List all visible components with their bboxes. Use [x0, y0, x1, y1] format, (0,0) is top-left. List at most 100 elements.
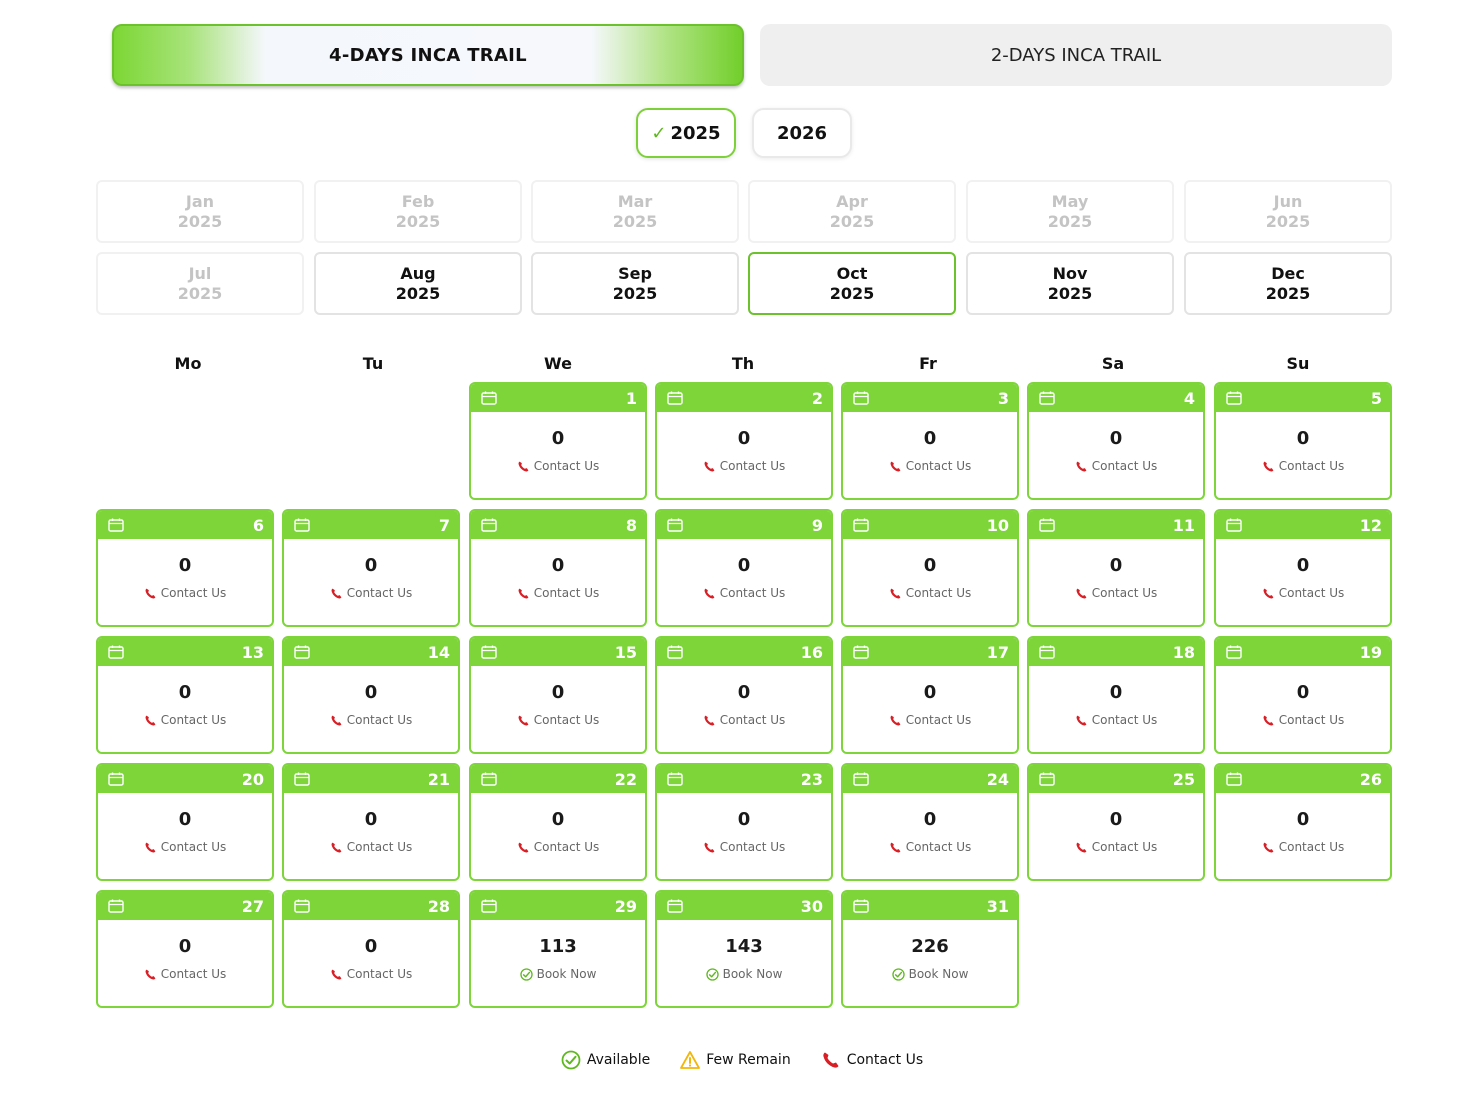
day-cell[interactable]: 7 0 Contact Us — [282, 509, 460, 627]
contact-us-link[interactable]: Contact Us — [1029, 713, 1203, 727]
day-cell[interactable]: 1 0 Contact Us — [469, 382, 647, 500]
status-label: Contact Us — [160, 840, 227, 854]
day-cell[interactable]: 9 0 Contact Us — [655, 509, 833, 627]
phone-icon — [145, 842, 156, 852]
calendar-icon — [1039, 518, 1055, 532]
day-header: 13 — [98, 638, 272, 666]
day-cell[interactable]: 2 0 Contact Us — [655, 382, 833, 500]
contact-us-link[interactable]: Contact Us — [284, 967, 458, 981]
phone-icon — [1263, 588, 1274, 598]
contact-us-link[interactable]: Contact Us — [471, 586, 645, 600]
day-number: 31 — [986, 896, 1009, 916]
day-cell[interactable]: 11 0 Contact Us — [1027, 509, 1205, 627]
contact-us-link[interactable]: Contact Us — [98, 713, 272, 727]
month-year: 2025 — [1265, 283, 1311, 303]
day-cell[interactable]: 24 0 Contact Us — [841, 763, 1019, 881]
contact-us-link[interactable]: Contact Us — [98, 586, 272, 600]
phone-icon — [1076, 842, 1087, 852]
calendar-icon — [1226, 772, 1242, 786]
phone-icon — [1076, 715, 1087, 725]
month-button-oct[interactable]: Oct 2025 — [748, 252, 956, 315]
book-now-link[interactable]: Book Now — [843, 967, 1017, 981]
day-cell[interactable]: 13 0 Contact Us — [96, 636, 274, 754]
day-header: 29 — [471, 892, 645, 920]
day-cell[interactable]: 10 0 Contact Us — [841, 509, 1019, 627]
day-cell[interactable]: 17 0 Contact Us — [841, 636, 1019, 754]
contact-us-link[interactable]: Contact Us — [657, 459, 831, 473]
day-cell[interactable]: 6 0 Contact Us — [96, 509, 274, 627]
day-cell[interactable]: 25 0 Contact Us — [1027, 763, 1205, 881]
contact-us-link[interactable]: Contact Us — [284, 840, 458, 854]
day-cell[interactable]: 31 226 Book Now — [841, 890, 1019, 1008]
day-cell[interactable]: 30 143 Book Now — [655, 890, 833, 1008]
seats-count: 0 — [737, 809, 751, 830]
month-name: Oct — [836, 263, 868, 283]
day-cell[interactable]: 29 113 Book Now — [469, 890, 647, 1008]
contact-us-link[interactable]: Contact Us — [657, 713, 831, 727]
book-now-link[interactable]: Book Now — [471, 967, 645, 981]
contact-us-link[interactable]: Contact Us — [1216, 459, 1390, 473]
contact-us-link[interactable]: Contact Us — [284, 586, 458, 600]
legend-label: Few Remain — [706, 1052, 791, 1068]
phone-icon — [518, 588, 529, 598]
year-2025-button[interactable]: ✓ 2025 — [636, 108, 736, 158]
day-number: 2 — [811, 388, 823, 408]
day-number: 13 — [241, 642, 264, 662]
day-cell[interactable]: 5 0 Contact Us — [1214, 382, 1392, 500]
day-cell[interactable]: 20 0 Contact Us — [96, 763, 274, 881]
month-button-sep[interactable]: Sep 2025 — [531, 252, 739, 315]
contact-us-link[interactable]: Contact Us — [471, 713, 645, 727]
contact-us-link[interactable]: Contact Us — [843, 840, 1017, 854]
month-button-dec[interactable]: Dec 2025 — [1184, 252, 1392, 315]
day-cell[interactable]: 4 0 Contact Us — [1027, 382, 1205, 500]
phone-icon — [1263, 461, 1274, 471]
contact-us-link[interactable]: Contact Us — [657, 586, 831, 600]
tab-2-days-inca-trail[interactable]: 2-DAYS INCA TRAIL — [760, 24, 1392, 86]
contact-us-link[interactable]: Contact Us — [1216, 840, 1390, 854]
day-cell[interactable]: 15 0 Contact Us — [469, 636, 647, 754]
contact-us-link[interactable]: Contact Us — [1216, 586, 1390, 600]
calendar-icon — [294, 518, 310, 532]
status-label: Contact Us — [346, 713, 413, 727]
book-now-link[interactable]: Book Now — [657, 967, 831, 981]
day-cell[interactable]: 23 0 Contact Us — [655, 763, 833, 881]
contact-us-link[interactable]: Contact Us — [284, 713, 458, 727]
phone-icon — [518, 842, 529, 852]
status-label: Contact Us — [533, 840, 600, 854]
contact-us-link[interactable]: Contact Us — [657, 840, 831, 854]
contact-us-link[interactable]: Contact Us — [843, 586, 1017, 600]
month-button-nov[interactable]: Nov 2025 — [966, 252, 1174, 315]
tab-4-days-inca-trail[interactable]: 4-DAYS INCA TRAIL — [112, 24, 744, 86]
contact-us-link[interactable]: Contact Us — [843, 459, 1017, 473]
contact-us-link[interactable]: Contact Us — [98, 967, 272, 981]
contact-us-link[interactable]: Contact Us — [1029, 840, 1203, 854]
day-header: 10 — [843, 511, 1017, 539]
legend-contact-us: Contact Us — [821, 1050, 923, 1070]
day-cell[interactable]: 8 0 Contact Us — [469, 509, 647, 627]
contact-us-link[interactable]: Contact Us — [98, 840, 272, 854]
weekday-header: We — [544, 354, 572, 373]
contact-us-link[interactable]: Contact Us — [1216, 713, 1390, 727]
contact-us-link[interactable]: Contact Us — [1029, 459, 1203, 473]
day-header: 5 — [1216, 384, 1390, 412]
month-button-aug[interactable]: Aug 2025 — [314, 252, 522, 315]
day-cell[interactable]: 28 0 Contact Us — [282, 890, 460, 1008]
day-cell[interactable]: 21 0 Contact Us — [282, 763, 460, 881]
day-number: 7 — [438, 515, 450, 535]
day-cell[interactable]: 16 0 Contact Us — [655, 636, 833, 754]
contact-us-link[interactable]: Contact Us — [1029, 586, 1203, 600]
day-cell[interactable]: 3 0 Contact Us — [841, 382, 1019, 500]
contact-us-link[interactable]: Contact Us — [843, 713, 1017, 727]
day-cell[interactable]: 19 0 Contact Us — [1214, 636, 1392, 754]
phone-icon — [890, 588, 901, 598]
month-year: 2025 — [612, 283, 658, 303]
day-cell[interactable]: 27 0 Contact Us — [96, 890, 274, 1008]
year-2026-button[interactable]: 2026 — [752, 108, 852, 158]
contact-us-link[interactable]: Contact Us — [471, 459, 645, 473]
contact-us-link[interactable]: Contact Us — [471, 840, 645, 854]
day-cell[interactable]: 12 0 Contact Us — [1214, 509, 1392, 627]
day-cell[interactable]: 18 0 Contact Us — [1027, 636, 1205, 754]
day-cell[interactable]: 14 0 Contact Us — [282, 636, 460, 754]
day-cell[interactable]: 26 0 Contact Us — [1214, 763, 1392, 881]
day-cell[interactable]: 22 0 Contact Us — [469, 763, 647, 881]
